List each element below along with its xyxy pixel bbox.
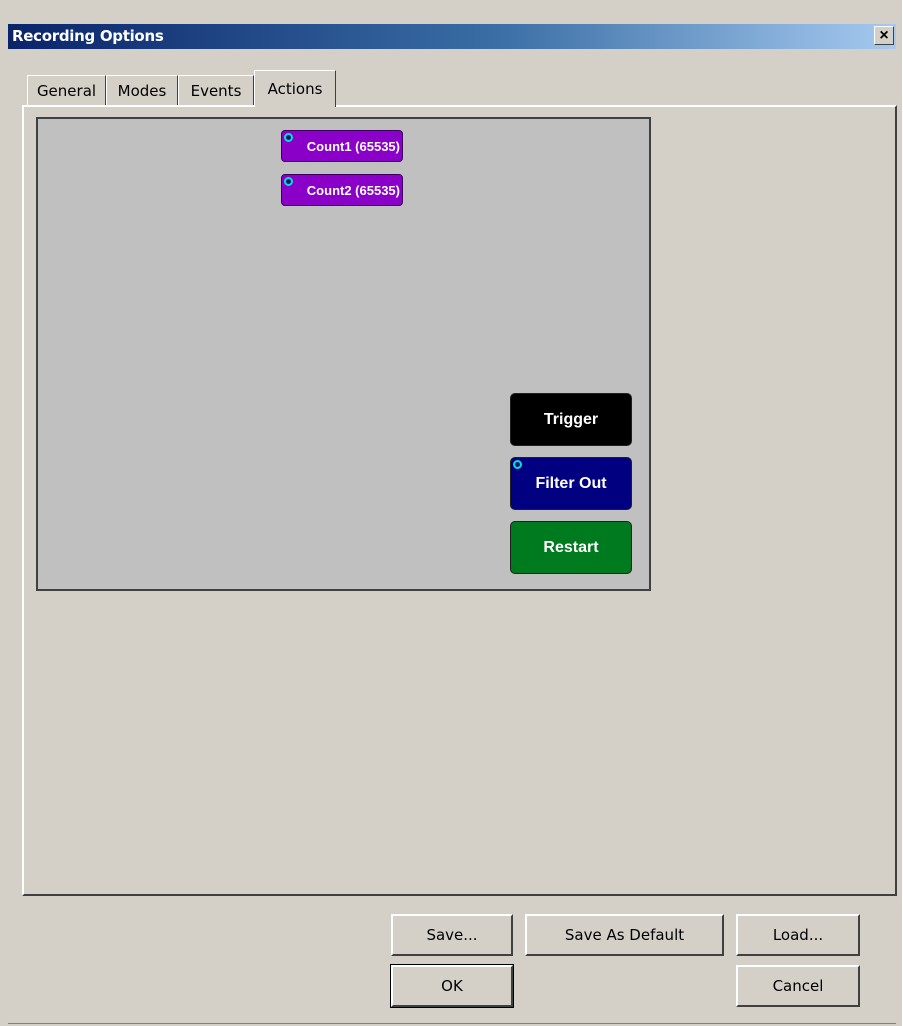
- window-title: Recording Options: [12, 27, 164, 45]
- counter-count1[interactable]: Count1 (65535): [281, 130, 403, 162]
- connector-node-icon[interactable]: [284, 177, 293, 186]
- counter-count2[interactable]: Count2 (65535): [281, 174, 403, 206]
- ok-button[interactable]: OK: [390, 964, 514, 1008]
- load-button[interactable]: Load...: [736, 914, 860, 956]
- recording-options-dialog: Recording Options × General Modes Events…: [0, 0, 903, 1026]
- actions-canvas[interactable]: Count1 (65535) Count2 (65535) Trigger Fi…: [36, 117, 651, 591]
- action-restart-label: Restart: [543, 538, 599, 556]
- tab-modes[interactable]: Modes: [106, 75, 178, 106]
- close-button[interactable]: ×: [874, 26, 894, 45]
- title-bar[interactable]: Recording Options ×: [8, 24, 896, 49]
- bottom-divider: [8, 1023, 896, 1024]
- action-restart[interactable]: Restart: [510, 521, 632, 574]
- action-filter-out-label: Filter Out: [535, 474, 607, 492]
- close-icon: ×: [879, 26, 889, 44]
- action-trigger[interactable]: Trigger: [510, 393, 632, 446]
- connector-node-icon[interactable]: [284, 133, 293, 142]
- cancel-button[interactable]: Cancel: [736, 965, 860, 1007]
- tab-general[interactable]: General: [27, 75, 106, 106]
- save-as-default-button[interactable]: Save As Default: [525, 914, 724, 956]
- counter-count2-label: Count2 (65535): [306, 182, 400, 198]
- tab-events[interactable]: Events: [178, 75, 254, 106]
- counter-count1-label: Count1 (65535): [306, 138, 400, 154]
- action-trigger-label: Trigger: [543, 410, 599, 428]
- action-filter-out[interactable]: Filter Out: [510, 457, 632, 510]
- tab-actions[interactable]: Actions: [254, 70, 336, 107]
- save-button[interactable]: Save...: [391, 914, 513, 956]
- connector-node-icon[interactable]: [513, 460, 522, 469]
